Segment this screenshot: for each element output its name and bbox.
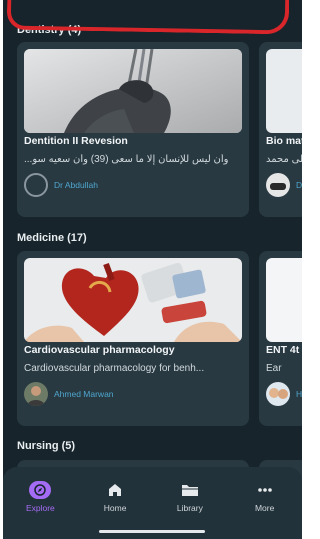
nav-home[interactable]: Home <box>85 481 145 513</box>
course-thumbnail <box>24 258 242 342</box>
course-author[interactable]: H <box>266 382 302 406</box>
course-title: Dentition II Revesion <box>24 135 128 147</box>
course-title: ENT 4t <box>266 344 300 356</box>
nav-library[interactable]: Library <box>160 481 220 513</box>
nav-label-library: Library <box>176 503 203 513</box>
course-card-cardiovascular[interactable]: Cardiovascular pharmacology Cardiovascul… <box>17 251 249 426</box>
author-avatar <box>24 382 48 406</box>
author-avatar <box>266 173 290 197</box>
course-card-ent[interactable]: ENT 4t Ear H <box>259 251 302 426</box>
author-avatar <box>266 382 290 406</box>
more-dots-icon <box>254 481 276 499</box>
course-description: Cardiovascular pharmacology for benh... <box>24 363 205 374</box>
author-name: D <box>296 180 302 190</box>
home-icon <box>104 481 126 499</box>
author-name: Ahmed Marwan <box>54 389 114 399</box>
author-name: H <box>296 389 302 399</box>
home-indicator[interactable] <box>99 530 205 533</box>
section-title-nursing: Nursing (5) <box>17 440 76 452</box>
author-avatar <box>24 173 48 197</box>
course-card-dentition[interactable]: Dentition II Revesion وأن ليس للإنسان إل… <box>17 42 249 217</box>
course-thumbnail <box>266 49 302 133</box>
course-description: على محمد <box>266 154 302 165</box>
folder-icon <box>179 481 201 499</box>
author-name: Dr Abdullah <box>54 180 98 190</box>
section-title-medicine: Medicine (17) <box>17 232 87 244</box>
course-author[interactable]: Ahmed Marwan <box>24 382 114 406</box>
course-description: Ear <box>266 363 282 374</box>
bottom-navigation: Explore Home Library More <box>3 467 302 539</box>
red-scribble-annotation <box>6 0 290 35</box>
course-author[interactable]: Dr Abdullah <box>24 173 98 197</box>
course-title: Cardiovascular pharmacology <box>24 344 175 356</box>
nav-label-more: More <box>254 503 275 513</box>
course-thumbnail <box>266 258 302 342</box>
nav-explore[interactable]: Explore <box>10 481 70 513</box>
course-title: Bio mat <box>266 135 302 147</box>
nav-label-home: Home <box>103 503 127 513</box>
course-card-bio-materials[interactable]: Bio mat على محمد D <box>259 42 302 217</box>
compass-icon <box>29 481 52 499</box>
course-description: وأن ليس للإنسان إلا ما سعى (39) وأن سعيه… <box>24 154 229 165</box>
explore-screen: Dentistry (4) Dentition II Revesion وأن … <box>3 0 302 539</box>
course-thumbnail <box>24 49 242 133</box>
course-author[interactable]: D <box>266 173 302 197</box>
nav-more[interactable]: More <box>235 481 295 513</box>
nav-label-explore: Explore <box>25 503 55 513</box>
